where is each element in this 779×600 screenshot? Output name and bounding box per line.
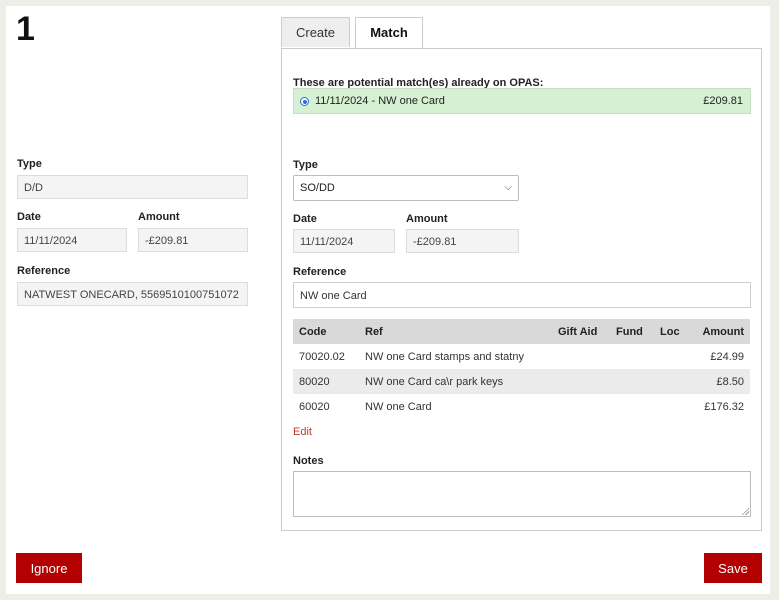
- col-loc: Loc: [654, 319, 696, 344]
- table-row: 60020 NW one Card £176.32: [293, 394, 750, 419]
- row-fund: [610, 394, 654, 419]
- match-option-amount: £209.81: [703, 95, 743, 107]
- col-amount: Amount: [696, 319, 750, 344]
- row-gift-aid: [552, 344, 610, 369]
- row-loc: [654, 394, 696, 419]
- match-amount-field: -£209.81: [406, 229, 519, 253]
- col-code: Code: [293, 319, 359, 344]
- match-type-value: SO/DD: [300, 182, 335, 194]
- row-amount: £8.50: [696, 369, 750, 394]
- row-ref: NW one Card ca\r park keys: [359, 369, 552, 394]
- statement-type-field: D/D: [17, 175, 248, 199]
- match-type-select[interactable]: SO/DD ⌵: [293, 175, 519, 201]
- statement-amount-field: -£209.81: [138, 228, 248, 252]
- match-type-label: Type: [293, 159, 318, 171]
- statement-amount-label: Amount: [138, 211, 180, 223]
- col-fund: Fund: [610, 319, 654, 344]
- tab-create[interactable]: Create: [281, 17, 350, 47]
- tab-match[interactable]: Match: [355, 17, 423, 49]
- match-tab-panel: These are potential match(es) already on…: [281, 48, 762, 531]
- table-row: 70020.02 NW one Card stamps and statny £…: [293, 344, 750, 369]
- row-ref: NW one Card: [365, 400, 432, 413]
- match-reference-input[interactable]: NW one Card: [293, 282, 751, 308]
- match-option[interactable]: 11/11/2024 - NW one Card £209.81: [293, 88, 751, 114]
- table-row: 80020 NW one Card ca\r park keys £8.50: [293, 369, 750, 394]
- row-ref: NW one Card stamps and statny: [365, 350, 524, 363]
- match-amount-label: Amount: [406, 213, 448, 225]
- chevron-down-icon: ⌵: [504, 182, 512, 193]
- row-code: 80020: [293, 369, 359, 394]
- statement-type-label: Type: [17, 158, 42, 170]
- col-ref: Ref: [359, 319, 552, 344]
- statement-reference-label: Reference: [17, 265, 71, 277]
- row-gift-aid: [552, 394, 610, 419]
- row-code: 70020.02: [299, 350, 345, 363]
- row-code: 60020: [299, 400, 330, 413]
- row-fund: [610, 369, 654, 394]
- statement-date-field: 11/11/2024: [17, 228, 127, 252]
- notes-textarea[interactable]: [293, 471, 751, 517]
- col-gift-aid: Gift Aid: [552, 319, 610, 344]
- transaction-number: 1: [16, 10, 35, 48]
- ignore-button[interactable]: Ignore: [16, 553, 82, 583]
- row-loc: [654, 344, 696, 369]
- statement-date-label: Date: [17, 211, 41, 223]
- match-reference-label: Reference: [293, 266, 347, 278]
- match-option-label: 11/11/2024 - NW one Card: [315, 95, 445, 107]
- statement-reference-field: NATWEST ONECARD, 5569510100751072: [17, 282, 248, 306]
- row-amount: £176.32: [704, 400, 744, 413]
- match-radio[interactable]: [300, 97, 309, 106]
- table-header-row: Code Ref Gift Aid Fund Loc Amount: [293, 319, 750, 344]
- row-amount: £24.99: [710, 350, 744, 363]
- row-gift-aid: [552, 369, 610, 394]
- resize-grip-icon[interactable]: [741, 507, 749, 515]
- code-allocation-table: Code Ref Gift Aid Fund Loc Amount 70020.…: [293, 319, 750, 419]
- row-loc: [654, 369, 696, 394]
- transaction-panel: 1 Type D/D Date 11/11/2024 Amount -£209.…: [6, 6, 770, 594]
- notes-label: Notes: [293, 455, 324, 467]
- row-fund: [610, 344, 654, 369]
- edit-link[interactable]: Edit: [293, 426, 312, 438]
- match-date-label: Date: [293, 213, 317, 225]
- match-date-field: 11/11/2024: [293, 229, 395, 253]
- save-button[interactable]: Save: [704, 553, 762, 583]
